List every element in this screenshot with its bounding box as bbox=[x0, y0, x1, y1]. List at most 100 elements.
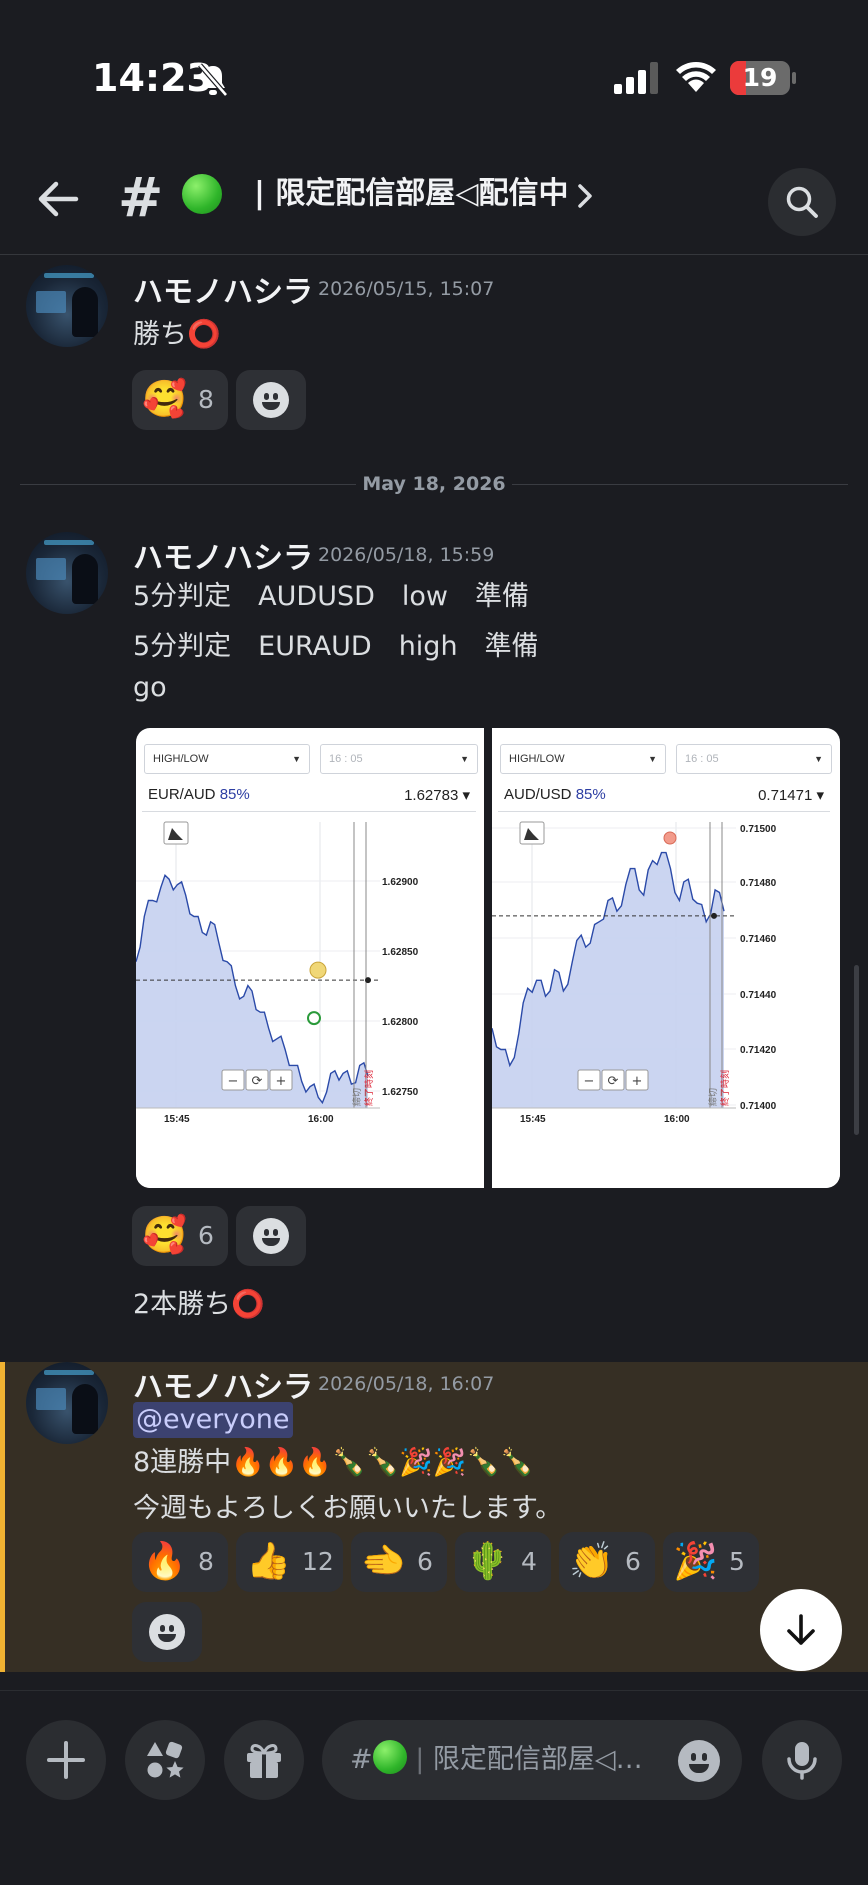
message-input-placeholder: # | 限定配信部屋◁… bbox=[350, 1740, 643, 1780]
trade-type-select: HIGH/LOW ▼ bbox=[500, 744, 666, 774]
composer-bar: # | 限定配信部屋◁… bbox=[0, 1690, 868, 1885]
avatar[interactable] bbox=[26, 1362, 108, 1444]
svg-text:−: − bbox=[584, 1074, 595, 1089]
green-circle-emoji bbox=[372, 1740, 407, 1774]
y-tick-label: 0.71440 bbox=[740, 990, 777, 1001]
trade-type-select: HIGH/LOW ▼ bbox=[144, 744, 310, 774]
chart-type-icon bbox=[519, 821, 545, 845]
chart-image-euraud[interactable]: HIGH/LOW ▼ 16 : 05 ▼ EUR/AUD 85% 1.62783 ▾… bbox=[136, 728, 484, 1188]
pair-bar: AUD/USD 85% 0.71471 ▾ bbox=[498, 780, 830, 812]
reaction-smiling-hearts[interactable]: 🥰 6 bbox=[132, 1206, 228, 1266]
pair-name: AUD/USD bbox=[504, 786, 572, 803]
price-chart: 1.62900 1.62850 1.62800 1.62750 15:45 16:00 終了… bbox=[136, 816, 484, 1188]
zoom-controls: − ⟳ + bbox=[221, 1069, 293, 1091]
y-tick-label: 0.71420 bbox=[740, 1045, 777, 1056]
emoji-picker-icon[interactable] bbox=[678, 1740, 720, 1782]
cutoff-label: 締切 bbox=[351, 1088, 363, 1106]
cutoff-label: 締切 bbox=[707, 1088, 719, 1106]
smiley-icon bbox=[253, 1218, 289, 1254]
x-tick-label: 15:45 bbox=[520, 1114, 546, 1125]
smiley-icon bbox=[149, 1614, 185, 1650]
back-arrow-icon[interactable] bbox=[36, 177, 80, 221]
message-text: go bbox=[133, 672, 167, 703]
message-text: 勝ち⭕ bbox=[133, 319, 221, 350]
expiry-select: 16 : 05 ▼ bbox=[320, 744, 478, 774]
y-tick-label: 0.71480 bbox=[740, 878, 777, 889]
y-tick-label: 1.62800 bbox=[382, 1017, 419, 1028]
message-text: 5分判定 AUDUSD low 準備 bbox=[133, 581, 529, 612]
smiley-icon bbox=[253, 382, 289, 418]
payout-rate: 85% bbox=[219, 786, 250, 803]
wifi-icon bbox=[676, 62, 716, 92]
message-input[interactable]: # | 限定配信部屋◁… bbox=[322, 1720, 742, 1800]
x-tick-label: 16:00 bbox=[308, 1114, 334, 1125]
attach-button[interactable] bbox=[26, 1720, 106, 1800]
search-button[interactable] bbox=[768, 168, 836, 236]
avatar[interactable] bbox=[26, 532, 108, 614]
expiry-label: 終了時刻 bbox=[363, 1070, 375, 1106]
message-author[interactable]: ハモノハシラ bbox=[133, 267, 313, 311]
battery-indicator: 19 bbox=[730, 61, 796, 95]
pair-name: EUR/AUD bbox=[148, 786, 216, 803]
add-reaction-button[interactable] bbox=[236, 370, 306, 430]
jump-to-bottom-button[interactable] bbox=[760, 1589, 842, 1671]
y-tick-label: 1.62900 bbox=[382, 877, 419, 888]
plus-icon bbox=[47, 1741, 85, 1779]
zoom-controls: − ⟳ + bbox=[577, 1069, 649, 1091]
cellular-signal-icon bbox=[614, 62, 658, 94]
channel-hash-icon: # bbox=[118, 166, 164, 229]
message-author[interactable]: ハモノハシラ bbox=[133, 1362, 313, 1406]
microphone-icon bbox=[787, 1742, 817, 1780]
x-tick-label: 15:45 bbox=[164, 1114, 190, 1125]
green-circle-emoji bbox=[182, 174, 222, 214]
message-text: 8連勝中🔥🔥🔥🍾🍾🎉🎉🍾🍾 bbox=[133, 1447, 534, 1478]
current-price: 0.71471 bbox=[758, 787, 813, 804]
arrow-down-icon bbox=[787, 1614, 815, 1645]
reaction-clapping[interactable]: 👏 6 bbox=[559, 1532, 655, 1592]
x-tick-label: 16:00 bbox=[664, 1114, 690, 1125]
svg-text:−: − bbox=[228, 1074, 239, 1089]
gift-icon bbox=[247, 1744, 281, 1778]
apps-button[interactable] bbox=[125, 1720, 205, 1800]
message-timestamp: 2026/05/18, 15:59 bbox=[318, 544, 495, 566]
avatar[interactable] bbox=[26, 265, 108, 347]
expiry-label: 終了時刻 bbox=[719, 1070, 731, 1106]
expiry-select: 16 : 05 ▼ bbox=[676, 744, 832, 774]
message-author[interactable]: ハモノハシラ bbox=[133, 533, 313, 577]
y-tick-label: 0.71400 bbox=[740, 1101, 777, 1112]
search-icon bbox=[786, 186, 818, 218]
chevron-right-icon[interactable] bbox=[574, 181, 596, 211]
y-tick-label: 0.71460 bbox=[740, 934, 777, 945]
gift-button[interactable] bbox=[224, 1720, 304, 1800]
svg-text:+: + bbox=[276, 1074, 287, 1089]
payout-rate: 85% bbox=[575, 786, 606, 803]
reaction-party-popper[interactable]: 🎉 5 bbox=[663, 1532, 759, 1592]
reaction-thumbs-up[interactable]: 👍 12 bbox=[236, 1532, 343, 1592]
chart-image-audusd[interactable]: HIGH/LOW ▼ 16 : 05 ▼ AUD/USD 85% 0.71471 ▾… bbox=[492, 728, 840, 1188]
apps-shapes-icon bbox=[147, 1741, 184, 1778]
scrollbar[interactable] bbox=[854, 965, 859, 1135]
voice-message-button[interactable] bbox=[762, 1720, 842, 1800]
bell-muted-icon bbox=[198, 63, 228, 97]
add-reaction-button[interactable] bbox=[236, 1206, 306, 1266]
reaction-smiling-hearts[interactable]: 🥰 8 bbox=[132, 370, 228, 430]
pair-bar: EUR/AUD 85% 1.62783 ▾ bbox=[142, 780, 476, 812]
add-reaction-button[interactable] bbox=[132, 1602, 202, 1662]
status-bar: 14:23 19 bbox=[0, 0, 868, 150]
svg-text:+: + bbox=[632, 1074, 643, 1089]
price-chart: 0.71500 0.71480 0.71460 0.71440 0.71420 0.714… bbox=[492, 816, 840, 1188]
message-text: 今週もよろしくお願いいたします。 bbox=[133, 1493, 563, 1524]
chart-type-icon bbox=[163, 821, 189, 845]
y-tick-label: 1.62750 bbox=[382, 1087, 419, 1098]
y-tick-label: 0.71500 bbox=[740, 824, 777, 835]
channel-title[interactable]: | 限定配信部屋◁配信中 bbox=[254, 172, 568, 216]
reaction-fire[interactable]: 🔥 8 bbox=[132, 1532, 228, 1592]
message-text: 2本勝ち⭕ bbox=[133, 1289, 265, 1320]
svg-text:⟳: ⟳ bbox=[252, 1074, 263, 1089]
message-timestamp: 2026/05/18, 16:07 bbox=[318, 1373, 495, 1395]
reaction-hand[interactable]: 🫲 6 bbox=[351, 1532, 447, 1592]
message-text: 5分判定 EURAUD high 準備 bbox=[133, 631, 539, 662]
current-price: 1.62783 bbox=[404, 787, 459, 804]
everyone-mention[interactable]: @everyone bbox=[133, 1402, 293, 1438]
reaction-cactus[interactable]: 🌵 4 bbox=[455, 1532, 551, 1592]
